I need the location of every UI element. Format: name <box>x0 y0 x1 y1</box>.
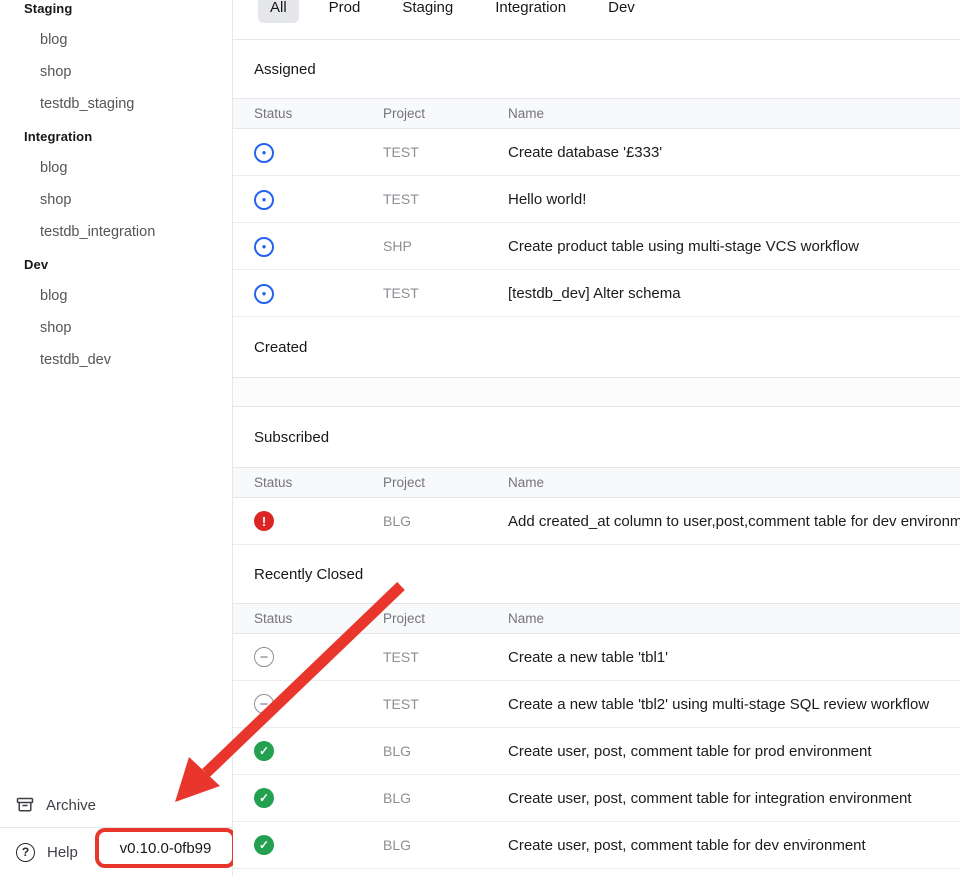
tab-all[interactable]: All <box>258 0 299 23</box>
help-question-icon: ? <box>16 843 35 862</box>
help-label: Help <box>47 844 78 861</box>
issue-canceled-icon: − <box>254 694 274 714</box>
project-key: SHP <box>383 238 508 254</box>
issue-row[interactable]: ● TEST Hello world! <box>233 176 960 223</box>
issue-row[interactable]: ✓ BLG Create user, post, comment table f… <box>233 728 960 775</box>
project-key: BLG <box>383 837 508 853</box>
empty-table-band <box>233 377 960 407</box>
section-title-created: Created <box>233 317 960 377</box>
issue-open-icon: ● <box>254 143 274 163</box>
sidebar-item-testdb-integration[interactable]: testdb_integration <box>0 216 232 248</box>
issue-name: Create product table using multi-stage V… <box>508 238 960 255</box>
header-status: Status <box>233 611 383 626</box>
env-group-integration: Integration <box>0 120 232 152</box>
issue-row[interactable]: ✓ BLG Create user, post, comment table f… <box>233 775 960 822</box>
env-group-dev: Dev <box>0 248 232 280</box>
section-title-subscribed: Subscribed <box>233 407 960 467</box>
table-header: Status Project Name <box>233 603 960 634</box>
project-key: TEST <box>383 696 508 712</box>
issue-name: [testdb_dev] Alter schema <box>508 285 960 302</box>
issue-name: Create a new table 'tbl2' using multi-st… <box>508 696 960 713</box>
project-key: TEST <box>383 649 508 665</box>
issue-open-icon: ● <box>254 190 274 210</box>
section-recently-closed: Recently Closed Status Project Name − TE… <box>233 545 960 869</box>
archive-label: Archive <box>46 797 96 814</box>
sidebar-item-staging-blog[interactable]: blog <box>0 24 232 56</box>
sidebar-item-dev-shop[interactable]: shop <box>0 312 232 344</box>
header-project: Project <box>383 475 508 490</box>
header-project: Project <box>383 106 508 121</box>
issue-row[interactable]: ✓ BLG Create user, post, comment table f… <box>233 822 960 869</box>
section-assigned: Assigned Status Project Name ● TEST Crea… <box>233 40 960 317</box>
table-header: Status Project Name <box>233 98 960 129</box>
sidebar-item-dev-blog[interactable]: blog <box>0 280 232 312</box>
issue-name: Create user, post, comment table for int… <box>508 790 960 807</box>
sidebar-item-integration-blog[interactable]: blog <box>0 152 232 184</box>
project-key: TEST <box>383 285 508 301</box>
header-project: Project <box>383 611 508 626</box>
project-key: BLG <box>383 743 508 759</box>
issue-row[interactable]: − TEST Create a new table 'tbl1' <box>233 634 960 681</box>
archive-box-icon <box>16 796 34 814</box>
issue-done-icon: ✓ <box>254 741 274 761</box>
issue-row[interactable]: ● SHP Create product table using multi-s… <box>233 223 960 270</box>
tab-dev[interactable]: Dev <box>596 0 647 23</box>
issue-open-icon: ● <box>254 237 274 257</box>
issue-row[interactable]: − TEST Create a new table 'tbl2' using m… <box>233 681 960 728</box>
issue-open-icon: ● <box>254 284 274 304</box>
sidebar-item-testdb-dev[interactable]: testdb_dev <box>0 344 232 376</box>
main-content: All Prod Staging Integration Dev Assigne… <box>233 0 960 876</box>
database-nav: Staging blog shop testdb_staging Integra… <box>0 0 232 376</box>
issue-row[interactable]: ! BLG Add created_at column to user,post… <box>233 498 960 545</box>
environment-tabbar: All Prod Staging Integration Dev <box>233 0 960 40</box>
section-title-recently-closed: Recently Closed <box>233 545 960 603</box>
sidebar-item-staging-shop[interactable]: shop <box>0 56 232 88</box>
archive-button[interactable]: Archive <box>0 783 232 827</box>
project-key: TEST <box>383 191 508 207</box>
sidebar: Staging blog shop testdb_staging Integra… <box>0 0 233 876</box>
issue-failed-icon: ! <box>254 511 274 531</box>
section-subscribed: Subscribed Status Project Name ! BLG Add… <box>233 407 960 545</box>
tab-prod[interactable]: Prod <box>317 0 373 23</box>
issue-name: Hello world! <box>508 191 960 208</box>
issue-row[interactable]: ● TEST [testdb_dev] Alter schema <box>233 270 960 317</box>
project-key: BLG <box>383 513 508 529</box>
tab-staging[interactable]: Staging <box>390 0 465 23</box>
annotation-box-version: v0.10.0-0fb99 <box>95 828 236 868</box>
sidebar-item-testdb-staging[interactable]: testdb_staging <box>0 88 232 120</box>
tab-integration[interactable]: Integration <box>483 0 578 23</box>
project-key: BLG <box>383 790 508 806</box>
table-header: Status Project Name <box>233 467 960 498</box>
header-name: Name <box>508 475 960 490</box>
project-key: TEST <box>383 144 508 160</box>
version-label: v0.10.0-0fb99 <box>120 840 212 857</box>
header-name: Name <box>508 106 960 121</box>
issue-name: Add created_at column to user,post,comme… <box>508 513 960 530</box>
issue-name: Create user, post, comment table for pro… <box>508 743 960 760</box>
section-title-assigned: Assigned <box>233 40 960 98</box>
header-status: Status <box>233 475 383 490</box>
issue-canceled-icon: − <box>254 647 274 667</box>
section-created: Created <box>233 317 960 407</box>
header-status: Status <box>233 106 383 121</box>
header-name: Name <box>508 611 960 626</box>
issue-done-icon: ✓ <box>254 835 274 855</box>
issue-name: Create a new table 'tbl1' <box>508 649 960 666</box>
env-group-staging: Staging <box>0 0 232 24</box>
sidebar-item-integration-shop[interactable]: shop <box>0 184 232 216</box>
issue-row[interactable]: ● TEST Create database '£333' <box>233 129 960 176</box>
issue-name: Create user, post, comment table for dev… <box>508 837 960 854</box>
issue-name: Create database '£333' <box>508 144 960 161</box>
issue-done-icon: ✓ <box>254 788 274 808</box>
